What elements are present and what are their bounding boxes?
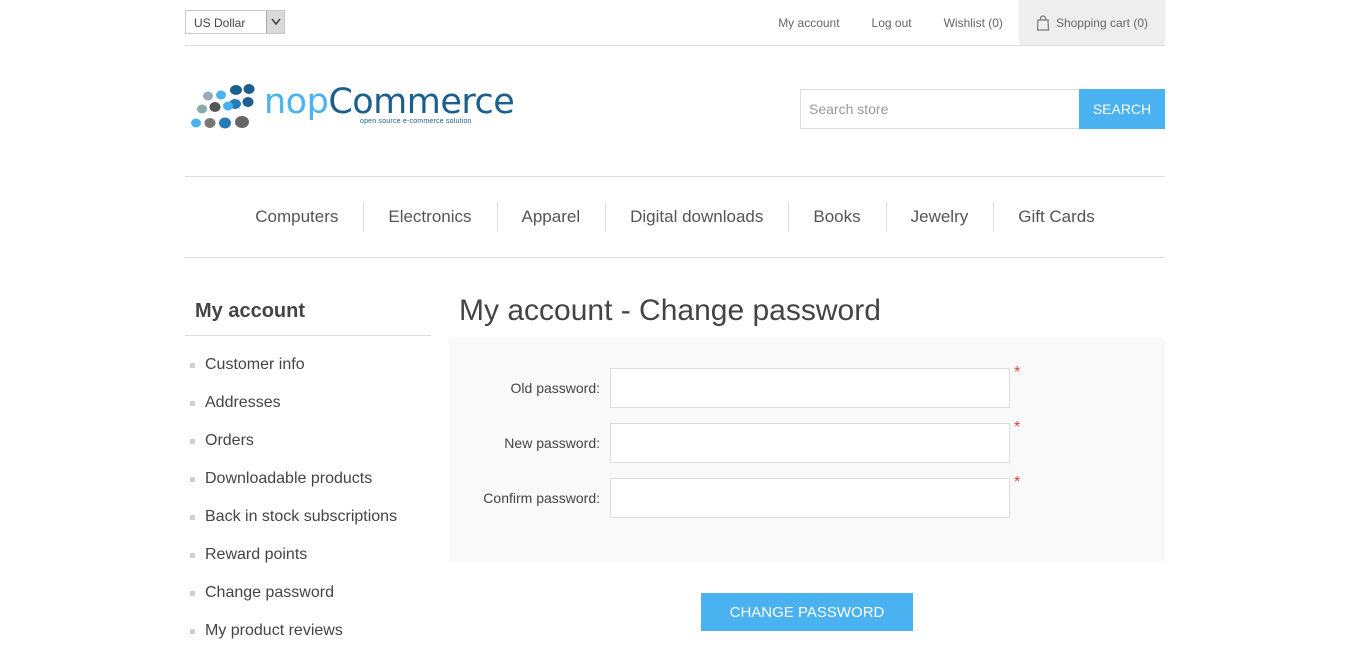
top-menu: Computers Electronics Apparel Digital do… (185, 176, 1165, 258)
logo-dots-icon (191, 84, 255, 129)
menu-item-apparel[interactable]: Apparel (496, 202, 606, 232)
bullet-icon (190, 628, 195, 634)
sidebar-item-label: Downloadable products (205, 470, 373, 487)
logo-commerce-text: Commerce (328, 82, 515, 122)
bullet-icon (190, 362, 195, 368)
bullet-icon (190, 438, 195, 444)
bullet-icon (190, 590, 195, 596)
confirm-password-field[interactable] (610, 478, 1010, 518)
logo-wordmark: nopCommerce (264, 82, 515, 122)
sidebar-item-orders[interactable]: Orders (185, 422, 431, 460)
page: US Dollar My account Log out Wishlist (0… (185, 0, 1165, 654)
sidebar-item-label: My product reviews (205, 622, 343, 639)
menu-item-digital-downloads[interactable]: Digital downloads (605, 202, 788, 232)
bullet-icon (190, 400, 195, 406)
sidebar-list: Customer info Addresses Orders Downloada… (185, 346, 431, 650)
old-password-label: Old password: (510, 380, 600, 396)
new-password-label: New password: (504, 435, 600, 451)
menu-item-computers[interactable]: Computers (230, 202, 363, 232)
wishlist-link[interactable]: Wishlist (0) (928, 16, 1019, 30)
menu-item-electronics[interactable]: Electronics (363, 202, 496, 232)
header-links: My account Log out Wishlist (0) Shopping… (762, 0, 1165, 45)
sidebar-item-label: Addresses (205, 394, 281, 411)
old-password-field[interactable] (610, 368, 1010, 408)
sidebar-title-text: My account (195, 300, 306, 322)
sidebar-item-downloadable-products[interactable]: Downloadable products (185, 460, 431, 498)
sidebar-title: My account (185, 290, 431, 336)
shopping-cart-label: Shopping cart (0) (1055, 15, 1148, 30)
log-out-link[interactable]: Log out (856, 16, 928, 30)
logo-nop-text: nop (264, 82, 329, 122)
sidebar-item-label: Reward points (205, 546, 308, 563)
shopping-bag-icon (1036, 14, 1050, 31)
header-links-bar: US Dollar My account Log out Wishlist (0… (185, 0, 1165, 46)
bullet-icon (190, 514, 195, 520)
currency-select[interactable]: US Dollar (185, 10, 285, 34)
menu-item-books[interactable]: Books (788, 202, 885, 232)
bullet-icon (190, 552, 195, 558)
my-account-link[interactable]: My account (762, 16, 855, 30)
confirm-password-label: Confirm password: (483, 490, 600, 506)
sidebar-item-customer-info[interactable]: Customer info (185, 346, 431, 384)
sidebar-item-product-reviews[interactable]: My product reviews (185, 612, 431, 650)
confirm-password-row: Confirm password: * (449, 474, 1165, 518)
logo-tagline: open source e-commerce solution (360, 118, 472, 125)
chevron-down-icon[interactable] (266, 11, 284, 33)
required-marker: * (1014, 474, 1021, 491)
page-title: My account - Change password (459, 294, 881, 327)
sidebar-item-reward-points[interactable]: Reward points (185, 536, 431, 574)
change-password-form: Old password: * New password: * Confirm … (449, 338, 1165, 562)
sidebar-item-back-in-stock[interactable]: Back in stock subscriptions (185, 498, 431, 536)
currency-value: US Dollar (194, 16, 246, 30)
sidebar-item-change-password[interactable]: Change password (185, 574, 431, 612)
sidebar-item-label: Customer info (205, 356, 305, 373)
store-logo[interactable]: nopCommerce open source e-commerce solut… (190, 82, 515, 134)
sidebar-item-label: Change password (205, 584, 334, 601)
search-input[interactable] (800, 89, 1080, 129)
old-password-row: Old password: * (449, 364, 1165, 408)
sidebar-item-label: Orders (205, 432, 254, 449)
shopping-cart-link[interactable]: Shopping cart (0) (1018, 0, 1165, 45)
change-password-button[interactable]: CHANGE PASSWORD (701, 593, 913, 631)
required-marker: * (1014, 364, 1021, 381)
sidebar-item-addresses[interactable]: Addresses (185, 384, 431, 422)
new-password-row: New password: * (449, 419, 1165, 463)
new-password-field[interactable] (610, 423, 1010, 463)
menu-item-jewelry[interactable]: Jewelry (885, 202, 994, 232)
sidebar-item-label: Back in stock subscriptions (205, 508, 398, 525)
menu-item-gift-cards[interactable]: Gift Cards (993, 202, 1120, 232)
bullet-icon (190, 476, 195, 482)
search-button[interactable]: SEARCH (1079, 89, 1165, 129)
required-marker: * (1014, 419, 1021, 436)
